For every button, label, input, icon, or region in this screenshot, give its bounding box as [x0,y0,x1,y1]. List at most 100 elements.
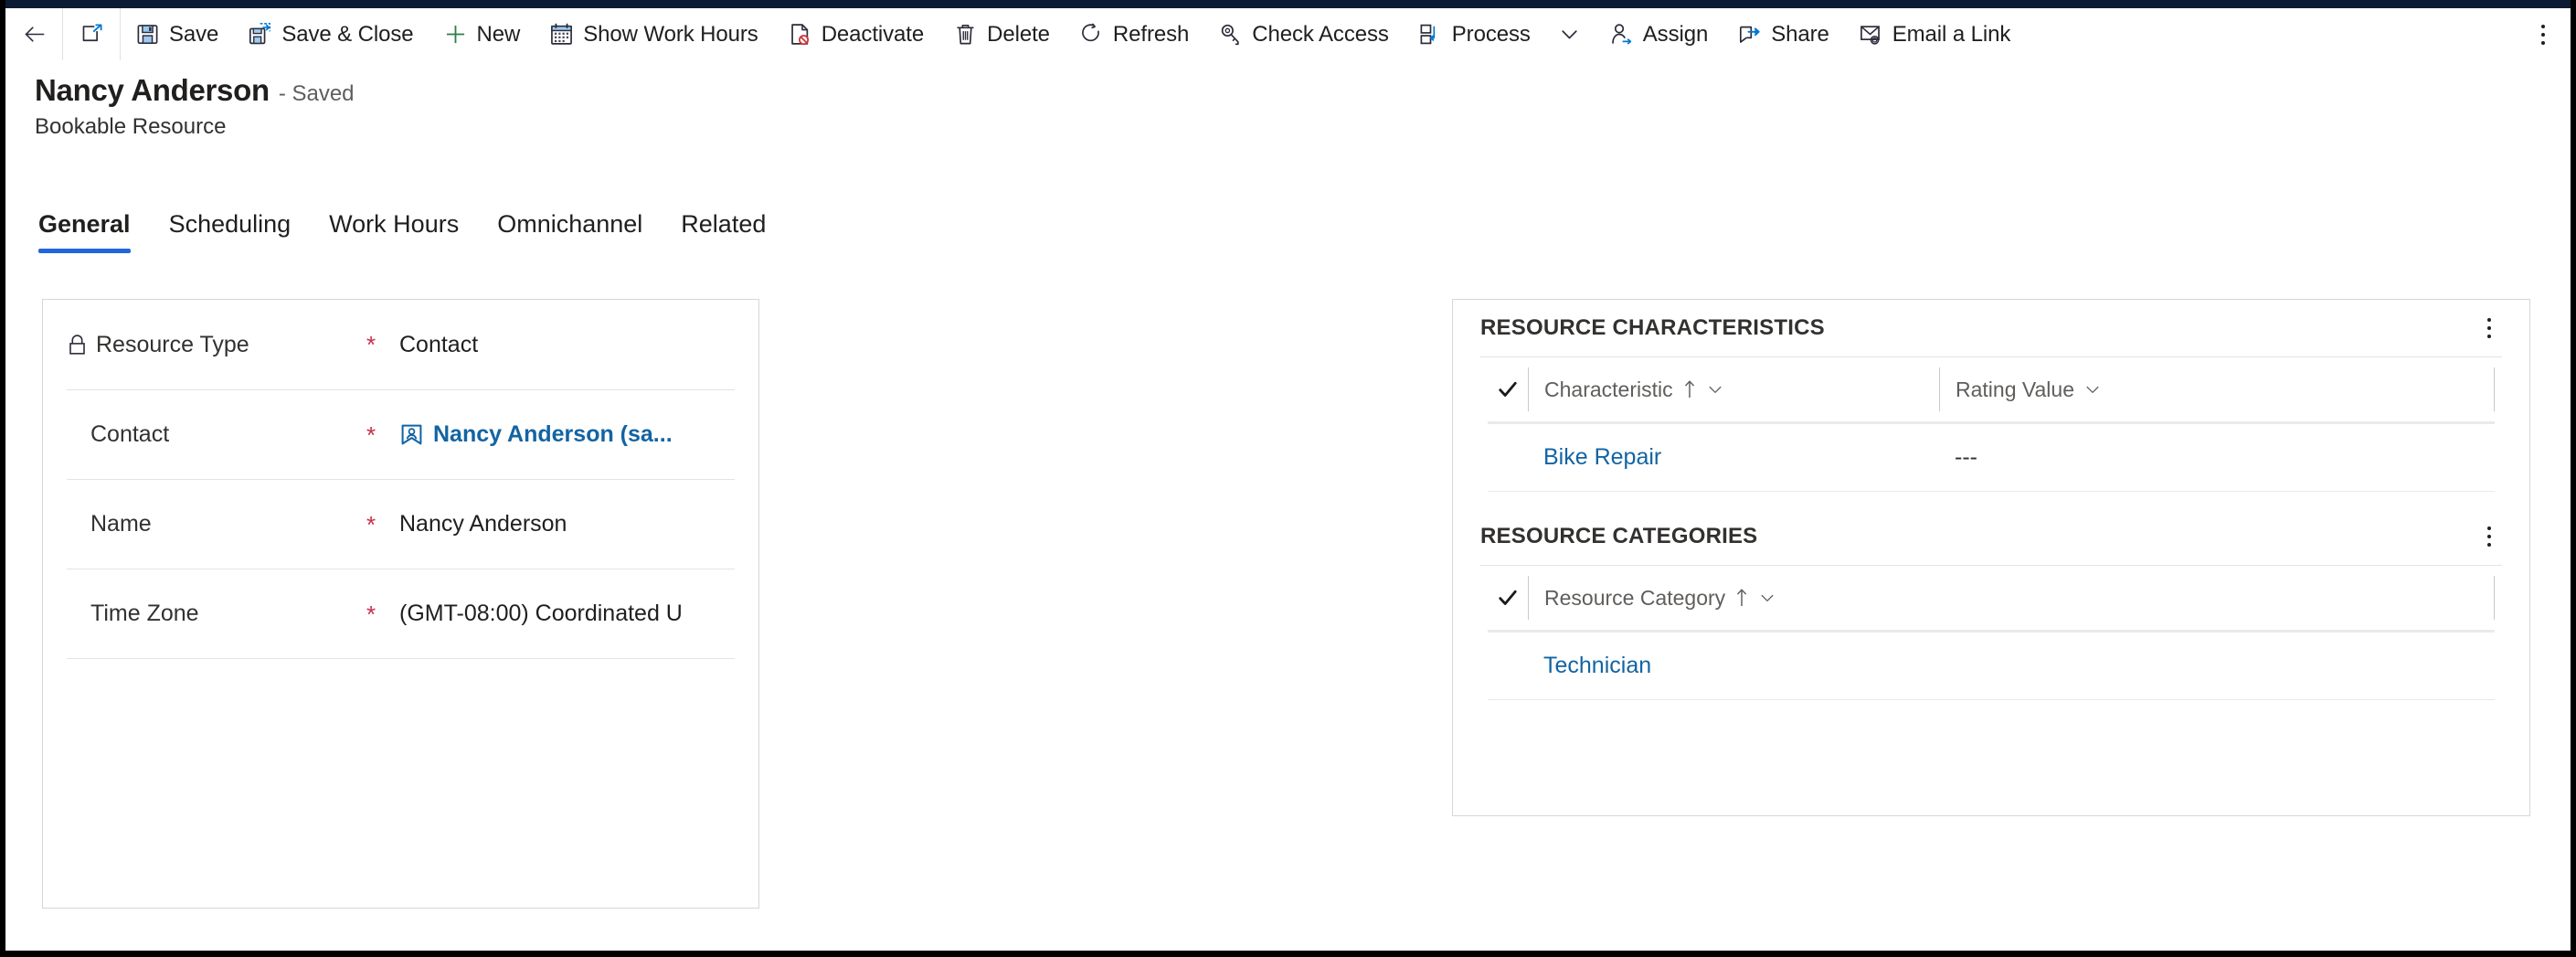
sort-ascending-icon [1737,589,1747,607]
show-work-hours-label: Show Work Hours [583,21,758,47]
refresh-icon [1082,23,1099,42]
tab-scheduling[interactable]: Scheduling [150,210,311,253]
checkmark-icon [1499,381,1517,397]
plus-icon [446,25,464,44]
column-header-label: Rating Value [1956,377,2074,401]
section-title: RESOURCE CHARACTERISTICS [1480,315,1825,340]
email-link-icon [1860,26,1880,45]
field-time-zone[interactable]: Time Zone * (GMT-08:00) Coordinated U [67,569,735,658]
check-access-button[interactable]: Check Access [1203,8,1404,60]
field-label-text: Name [90,511,152,537]
section-header-resource-characteristics: RESOURCE CHARACTERISTICS [1453,300,2529,356]
save-button[interactable]: Save [121,8,233,60]
contact-card-icon [401,424,422,445]
save-and-close-icon [249,23,271,45]
back-arrow-icon [25,27,44,42]
column-header-label: Resource Category [1544,585,1726,610]
field-resource-type[interactable]: Resource Type * Contact [67,300,735,389]
delete-button[interactable]: Delete [938,8,1065,60]
more-vertical-icon [2541,24,2545,45]
assign-label: Assign [1642,21,1709,47]
lock-icon [69,334,85,355]
more-vertical-icon [2487,318,2491,338]
column-header-resource-category[interactable]: Resource Category [1528,576,1985,620]
share-button[interactable]: Share [1723,8,1844,60]
process-button[interactable]: Process [1404,8,1545,60]
section-title: RESOURCE CATEGORIES [1480,524,1758,548]
chevron-down-icon [1709,386,1722,393]
chevron-down-icon [1562,30,1577,39]
resource-characteristics-more-button[interactable] [2469,308,2509,348]
trash-icon [957,25,974,45]
email-a-link-button[interactable]: Email a Link [1844,8,2026,60]
table-row[interactable]: Bike Repair --- [1488,424,2495,492]
title-bar [5,0,2571,8]
command-bar: Save Save & Close New Show Work Hours De… [5,8,2571,60]
tab-related[interactable]: Related [662,210,785,253]
column-header-characteristic[interactable]: Characteristic [1528,367,1939,411]
form-tabs: General Scheduling Work Hours Omnichanne… [38,210,785,253]
deactivate-label: Deactivate [821,21,925,47]
field-label-text: Contact [90,421,170,447]
refresh-label: Refresh [1112,21,1190,47]
required-indicator: * [366,510,376,538]
tab-omnichannel[interactable]: Omnichannel [478,210,662,253]
field-value-contact[interactable]: Nancy Anderson (sa... [399,421,735,448]
app-window: Save Save & Close New Show Work Hours De… [0,0,2576,957]
new-button[interactable]: New [429,8,535,60]
section-header-resource-categories: RESOURCE CATEGORIES [1453,508,2529,565]
process-dropdown-button[interactable] [1545,8,1595,60]
check-access-label: Check Access [1252,21,1389,47]
general-form-panel: Resource Type * Contact Contact * Nancy … [42,299,759,909]
show-work-hours-button[interactable]: Show Work Hours [535,8,772,60]
form-divider [67,658,735,659]
more-vertical-icon [2487,526,2491,547]
resource-categories-more-button[interactable] [2469,516,2509,557]
save-and-close-button[interactable]: Save & Close [233,8,428,60]
select-all-checkbox[interactable] [1488,377,1528,401]
delete-label: Delete [987,21,1050,47]
select-all-checkbox[interactable] [1488,586,1528,610]
assign-button[interactable]: Assign [1595,8,1723,60]
checkmark-icon [1499,590,1517,605]
save-and-close-label: Save & Close [281,21,414,47]
record-header: Nancy Anderson - Saved Bookable Resource [35,73,355,140]
process-flow-icon [1420,24,1435,45]
table-row[interactable]: Technician [1488,633,2495,700]
key-icon [1222,24,1239,46]
refresh-button[interactable]: Refresh [1065,8,1203,60]
deactivate-button[interactable]: Deactivate [773,8,938,60]
popout-button[interactable] [63,8,120,60]
field-value-text: Nancy Anderson (sa... [433,421,673,447]
column-header-end-divider [2494,576,2495,620]
command-bar-overflow-button[interactable] [2516,8,2571,60]
resource-characteristics-grid-header: Characteristic Rating Value [1488,357,2495,421]
field-label-contact: Contact [67,421,366,448]
chevron-down-icon [2086,386,2099,393]
back-button[interactable] [5,8,62,60]
side-subgrid-panel: RESOURCE CHARACTERISTICS Characteristic [1452,299,2530,816]
cell-characteristic[interactable]: Bike Repair [1488,444,1939,471]
deactivate-document-icon [790,24,809,46]
chevron-down-icon [1761,594,1774,601]
column-header-rating-value[interactable]: Rating Value [1939,367,2369,411]
field-contact[interactable]: Contact * Nancy Anderson (sa... [67,389,735,479]
field-label-time-zone: Time Zone [67,601,366,627]
sort-ascending-icon [1684,380,1694,399]
resource-categories-grid-header: Resource Category [1488,566,2495,630]
cell-resource-category[interactable]: Technician [1488,653,1939,679]
share-label: Share [1771,21,1829,47]
field-label-text: Resource Type [96,331,249,357]
tab-general[interactable]: General [38,210,150,253]
save-floppy-icon [137,25,158,45]
field-name[interactable]: Name * Nancy Anderson [67,479,735,569]
field-value-time-zone: (GMT-08:00) Coordinated U [399,601,683,626]
process-label: Process [1451,21,1531,47]
field-label-resource-type: Resource Type [67,332,366,358]
page-title: Nancy Anderson [35,73,270,107]
assign-person-icon [1611,24,1632,45]
required-indicator: * [366,600,376,628]
required-indicator: * [366,331,376,358]
new-label: New [476,21,521,47]
tab-work-hours[interactable]: Work Hours [310,210,478,253]
